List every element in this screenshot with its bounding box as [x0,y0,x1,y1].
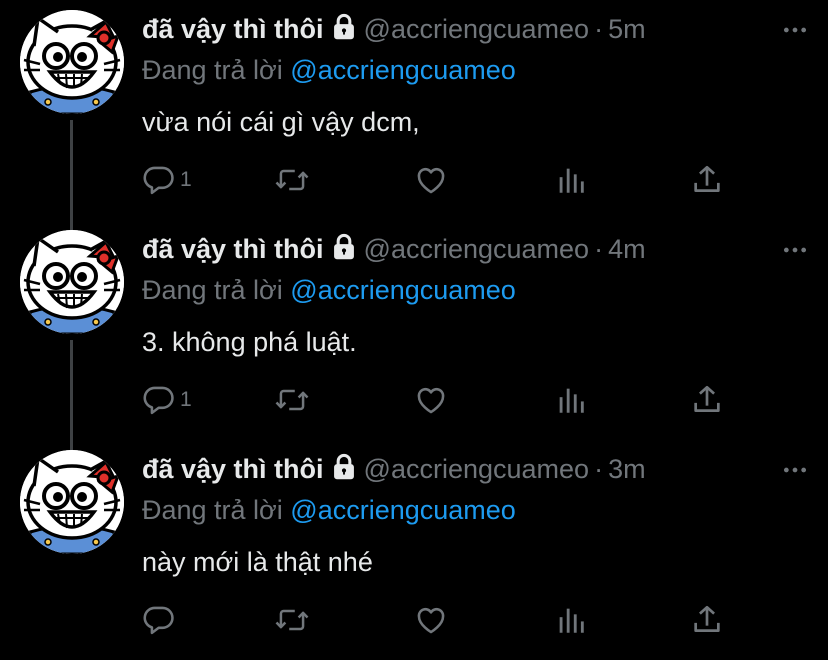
views-button[interactable] [554,600,588,640]
retweet-button[interactable] [274,600,310,640]
lock-icon [330,13,358,46]
hello-kitty-avatar-icon [20,450,124,554]
tweet-header: đã vậy thì thôi @accriengcuameo · 5m [142,13,808,49]
separator: · [594,14,604,44]
retweet-icon [274,603,310,637]
lock-icon [330,453,358,486]
avatar[interactable] [20,230,124,334]
replying-to-label: Đang trả lời [142,275,283,305]
display-name[interactable]: đã vậy thì thôi [142,14,324,44]
handle[interactable]: @accriengcuameo [364,454,590,484]
reply-button[interactable]: 1 [142,160,192,200]
handle[interactable]: @accriengcuameo [364,234,590,264]
reply-icon [142,383,176,417]
retweet-button[interactable] [274,380,310,420]
tweet-text: này mới là thật nhé [142,547,373,577]
tweet[interactable]: đã vậy thì thôi @accriengcuameo · 5m Đang t… [0,0,828,220]
reply-button[interactable] [142,600,180,640]
timestamp[interactable]: 5m [608,14,646,44]
views-icon [554,603,588,637]
replying-to: Đang trả lời @accriengcuameo [142,55,516,86]
lock-icon [330,233,358,266]
reply-count: 1 [180,168,192,191]
tweet[interactable]: đã vậy thì thôi @accriengcuameo · 3m Đang t… [0,440,828,660]
heart-icon [414,383,448,417]
tweet-actions: 1 [140,380,740,420]
replying-to: Đang trả lời @accriengcuameo [142,495,516,526]
separator: · [594,234,604,264]
tweet[interactable]: đã vậy thì thôi @accriengcuameo · 4m Đang t… [0,220,828,440]
replying-to: Đang trả lời @accriengcuameo [142,275,516,306]
like-button[interactable] [414,380,448,420]
views-button[interactable] [554,160,588,200]
share-button[interactable] [690,600,724,640]
share-button[interactable] [690,380,724,420]
tweet-header: đã vậy thì thôi @accriengcuameo · 4m [142,233,808,269]
share-icon [690,603,724,637]
share-icon [690,383,724,417]
mention-link[interactable]: @accriengcuameo [290,495,516,525]
tweet-actions: 1 [140,160,740,200]
more-icon[interactable] [782,17,808,48]
like-button[interactable] [414,600,448,640]
timestamp[interactable]: 4m [608,234,646,264]
reply-icon [142,163,176,197]
retweet-icon [274,163,310,197]
tweet-actions [140,600,740,640]
mention-link[interactable]: @accriengcuameo [290,55,516,85]
views-icon [554,163,588,197]
display-name[interactable]: đã vậy thì thôi [142,454,324,484]
hello-kitty-avatar-icon [20,10,124,114]
display-name[interactable]: đã vậy thì thôi [142,234,324,264]
more-icon[interactable] [782,237,808,268]
tweet-header: đã vậy thì thôi @accriengcuameo · 3m [142,453,808,489]
timestamp[interactable]: 3m [608,454,646,484]
replying-to-label: Đang trả lời [142,55,283,85]
share-icon [690,163,724,197]
retweet-button[interactable] [274,160,310,200]
avatar[interactable] [20,10,124,114]
like-button[interactable] [414,160,448,200]
heart-icon [414,163,448,197]
avatar[interactable] [20,450,124,554]
views-icon [554,383,588,417]
retweet-icon [274,383,310,417]
more-icon[interactable] [782,457,808,488]
reply-count: 1 [180,388,192,411]
reply-button[interactable]: 1 [142,380,192,420]
share-button[interactable] [690,160,724,200]
tweet-text: vừa nói cái gì vậy dcm, [142,107,420,137]
tweet-text: 3. không phá luật. [142,327,357,357]
mention-link[interactable]: @accriengcuameo [290,275,516,305]
replying-to-label: Đang trả lời [142,495,283,525]
heart-icon [414,603,448,637]
hello-kitty-avatar-icon [20,230,124,334]
handle[interactable]: @accriengcuameo [364,14,590,44]
views-button[interactable] [554,380,588,420]
reply-icon [142,603,176,637]
separator: · [594,454,604,484]
